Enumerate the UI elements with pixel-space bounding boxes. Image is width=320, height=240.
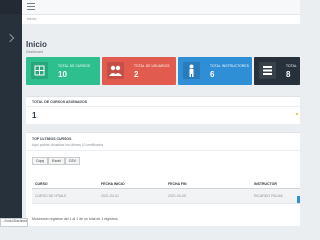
export-buttons: Copy Excel CSV <box>32 157 80 165</box>
card-label: TOTAL INSTRUCTORES <box>210 64 249 68</box>
card-total-instructors[interactable]: TOTAL INSTRUCTORES 6 <box>178 57 252 85</box>
url-tooltip: …/Inicio/Dashboard <box>0 218 28 227</box>
page-subtitle: Dashboard <box>26 50 44 54</box>
breadcrumb: Inicio <box>22 15 300 24</box>
recent-courses-panel: TOP ULTIMOS CURSOS Aquí podrás visualiza… <box>26 132 300 226</box>
table-cell: 2021-04-05 <box>165 188 251 204</box>
indicator-dot <box>296 113 298 115</box>
card-label: TOTAL DE USUARIOS <box>134 64 170 68</box>
table-cell: 2021-04-01 <box>98 188 165 204</box>
users-icon <box>107 62 124 79</box>
sidebar-logo <box>0 0 22 14</box>
divider <box>26 106 300 107</box>
excel-button[interactable]: Excel <box>48 157 65 165</box>
table-row[interactable]: CURSO DE HTML5 2021-04-01 2021-04-05 RIC… <box>32 188 300 204</box>
card-value: 8 <box>286 70 291 79</box>
column-header[interactable]: CURSO <box>32 180 98 189</box>
page-title: Inicio <box>26 40 47 49</box>
card-value: 6 <box>210 70 215 79</box>
table-cell: CURSO DE HTML5 <box>32 188 98 204</box>
stack-icon <box>259 62 276 79</box>
row-action-button[interactable] <box>297 196 300 203</box>
table-cell: RICARDO PALMA <box>251 188 300 204</box>
assigned-count: 1 <box>32 111 37 120</box>
card-value: 2 <box>134 70 139 79</box>
card-label: TOTAL <box>286 64 297 68</box>
courses-table: CURSO FECHA INICIO FECHA FIN INSTRUCTOR … <box>32 180 300 204</box>
table-header: CURSO FECHA INICIO FECHA FIN INSTRUCTOR <box>32 180 300 189</box>
instructor-icon <box>183 62 200 79</box>
column-header[interactable]: FECHA INICIO <box>98 180 165 189</box>
panel-title: TOP ULTIMOS CURSOS <box>32 137 72 141</box>
assigned-courses-panel: TOTAL DE CURSOS ASIGNADOS 1 <box>26 96 300 124</box>
panel-title: TOTAL DE CURSOS ASIGNADOS <box>32 100 88 104</box>
topbar <box>22 0 300 15</box>
course-icon <box>31 62 48 79</box>
card-total-users[interactable]: TOTAL DE USUARIOS 2 <box>102 57 176 85</box>
card-label: TOTAL DE CURSOS <box>58 64 91 68</box>
menu-icon[interactable] <box>27 3 35 10</box>
panel-subtitle: Aquí podrás visualizar los últimos 10 ce… <box>32 143 104 147</box>
breadcrumb-item[interactable]: Inicio <box>27 16 36 21</box>
table-info: Mostrando registros del 1 al 1 de un tot… <box>32 217 118 221</box>
divider <box>26 150 300 151</box>
column-header[interactable]: INSTRUCTOR <box>251 180 300 189</box>
chevron-right-icon[interactable] <box>5 33 15 43</box>
card-total[interactable]: TOTAL 8 <box>254 57 300 85</box>
column-header[interactable]: FECHA FIN <box>165 180 251 189</box>
csv-button[interactable]: CSV <box>64 157 80 165</box>
card-value: 10 <box>58 70 67 79</box>
copy-button[interactable]: Copy <box>32 157 49 165</box>
sidebar <box>0 0 22 225</box>
card-total-courses[interactable]: TOTAL DE CURSOS 10 <box>26 57 100 85</box>
